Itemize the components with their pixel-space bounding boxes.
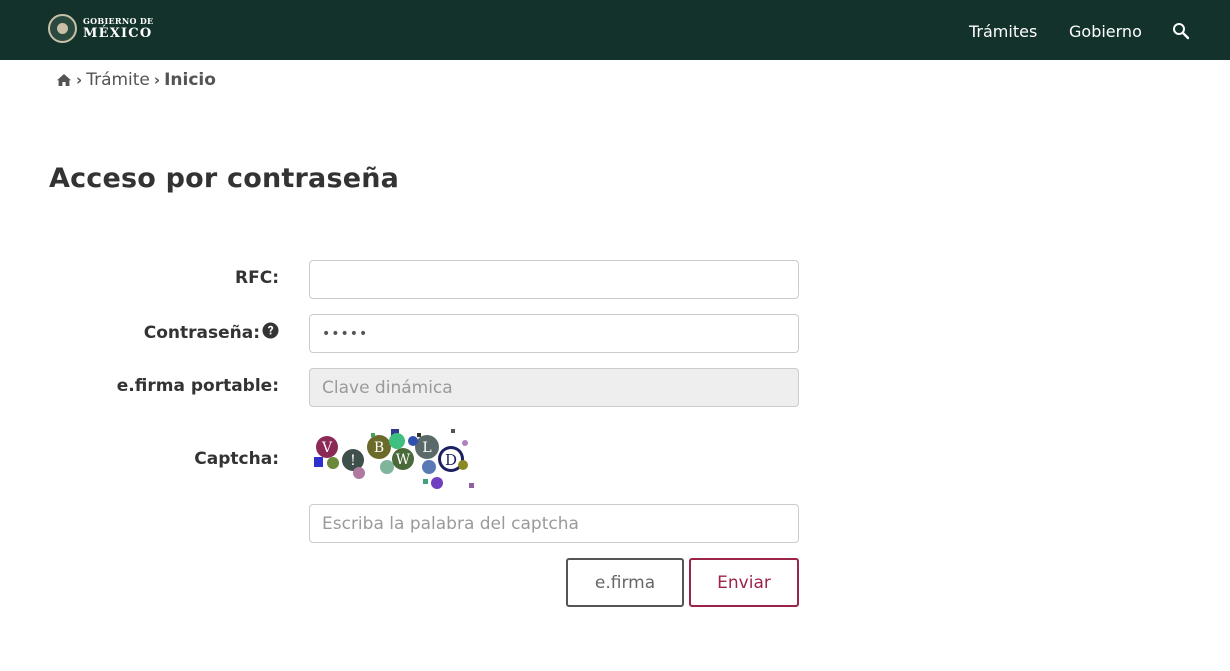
breadcrumb-inicio: Inicio <box>164 70 216 90</box>
gobierno-mexico-logo[interactable]: GOBIERNO DE MÉXICO <box>48 14 153 43</box>
captcha-label: Captcha: <box>194 449 279 469</box>
svg-text:!: ! <box>350 453 356 469</box>
svg-text:W: W <box>396 452 411 468</box>
page-title: Acceso por contraseña <box>49 163 400 194</box>
svg-text:L: L <box>422 440 431 456</box>
breadcrumb-separator: › <box>76 71 83 89</box>
enviar-button[interactable]: Enviar <box>689 558 799 607</box>
top-navbar: GOBIERNO DE MÉXICO Trámites Gobierno <box>0 0 1230 60</box>
rfc-label: RFC: <box>235 268 279 288</box>
password-input[interactable]: ••••• <box>309 314 799 353</box>
rfc-input[interactable] <box>309 260 799 299</box>
breadcrumb: › Trámite › Inicio <box>56 69 216 91</box>
password-label: Contraseña: <box>144 322 279 343</box>
logo-bottom-text: MÉXICO <box>83 26 153 41</box>
nav-link-tramites[interactable]: Trámites <box>969 22 1037 42</box>
nav-link-gobierno[interactable]: Gobierno <box>1069 22 1142 42</box>
svg-text:V: V <box>321 440 333 456</box>
efirma-portable-label: e.firma portable: <box>116 376 279 396</box>
efirma-clave-input: Clave dinámica <box>309 368 799 407</box>
captcha-input[interactable]: Escriba la palabra del captcha <box>309 504 799 543</box>
home-icon[interactable] <box>56 72 72 88</box>
breadcrumb-tramite[interactable]: Trámite <box>86 70 150 90</box>
captcha-image: V ! B W L D <box>314 429 474 489</box>
efirma-button[interactable]: e.firma <box>566 558 684 607</box>
logo-top-text: GOBIERNO DE <box>83 16 154 26</box>
breadcrumb-separator: › <box>153 71 161 89</box>
svg-text:B: B <box>374 440 384 456</box>
question-circle-icon[interactable] <box>262 322 279 339</box>
password-label-text: Contraseña: <box>143 323 260 343</box>
svg-text:D: D <box>445 451 457 469</box>
coat-of-arms-icon <box>48 14 77 43</box>
search-icon[interactable] <box>1172 22 1190 40</box>
